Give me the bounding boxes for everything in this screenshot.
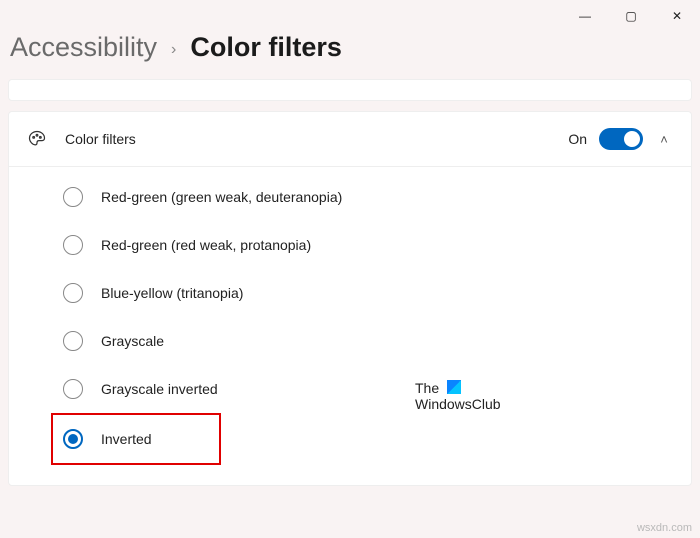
option-inverted[interactable]: Inverted: [51, 413, 221, 465]
chevron-up-icon[interactable]: ˄: [655, 132, 673, 147]
option-label: Inverted: [101, 431, 152, 447]
filter-options: Red-green (green weak, deuteranopia) Red…: [9, 167, 691, 485]
breadcrumb-parent[interactable]: Accessibility: [10, 32, 157, 63]
option-blue-yellow-tritanopia[interactable]: Blue-yellow (tritanopia): [63, 269, 691, 317]
source-label: wsxdn.com: [637, 522, 692, 534]
radio-icon: [63, 235, 83, 255]
close-button[interactable]: ✕: [654, 0, 700, 32]
color-filters-card: Color filters On ˄ Red-green (green weak…: [8, 111, 692, 486]
option-label: Grayscale inverted: [101, 381, 218, 397]
option-grayscale-inverted[interactable]: Grayscale inverted: [63, 365, 691, 413]
palette-icon: [27, 129, 47, 149]
watermark-line1: The: [415, 380, 439, 396]
option-red-green-deuteranopia[interactable]: Red-green (green weak, deuteranopia): [63, 173, 691, 221]
card-title: Color filters: [65, 131, 568, 147]
option-grayscale[interactable]: Grayscale: [63, 317, 691, 365]
chevron-right-icon: ›: [171, 41, 176, 59]
maximize-button[interactable]: ▢: [608, 0, 654, 32]
window-controls: — ▢ ✕: [562, 0, 700, 32]
option-label: Grayscale: [101, 333, 164, 349]
page-title: Color filters: [190, 32, 342, 63]
watermark: The WindowsClub: [415, 380, 501, 412]
toggle-state-label: On: [568, 131, 587, 147]
watermark-line2: WindowsClub: [415, 396, 501, 412]
previous-panel-edge: [8, 79, 692, 101]
radio-icon: [63, 379, 83, 399]
radio-icon-checked: [63, 429, 83, 449]
radio-icon: [63, 331, 83, 351]
radio-icon: [63, 283, 83, 303]
card-header[interactable]: Color filters On ˄: [9, 112, 691, 167]
watermark-logo-icon: [447, 380, 461, 394]
option-red-green-protanopia[interactable]: Red-green (red weak, protanopia): [63, 221, 691, 269]
color-filters-toggle[interactable]: [599, 128, 643, 150]
option-label: Red-green (green weak, deuteranopia): [101, 189, 342, 205]
radio-icon: [63, 187, 83, 207]
minimize-button[interactable]: —: [562, 0, 608, 32]
option-label: Red-green (red weak, protanopia): [101, 237, 311, 253]
option-label: Blue-yellow (tritanopia): [101, 285, 243, 301]
